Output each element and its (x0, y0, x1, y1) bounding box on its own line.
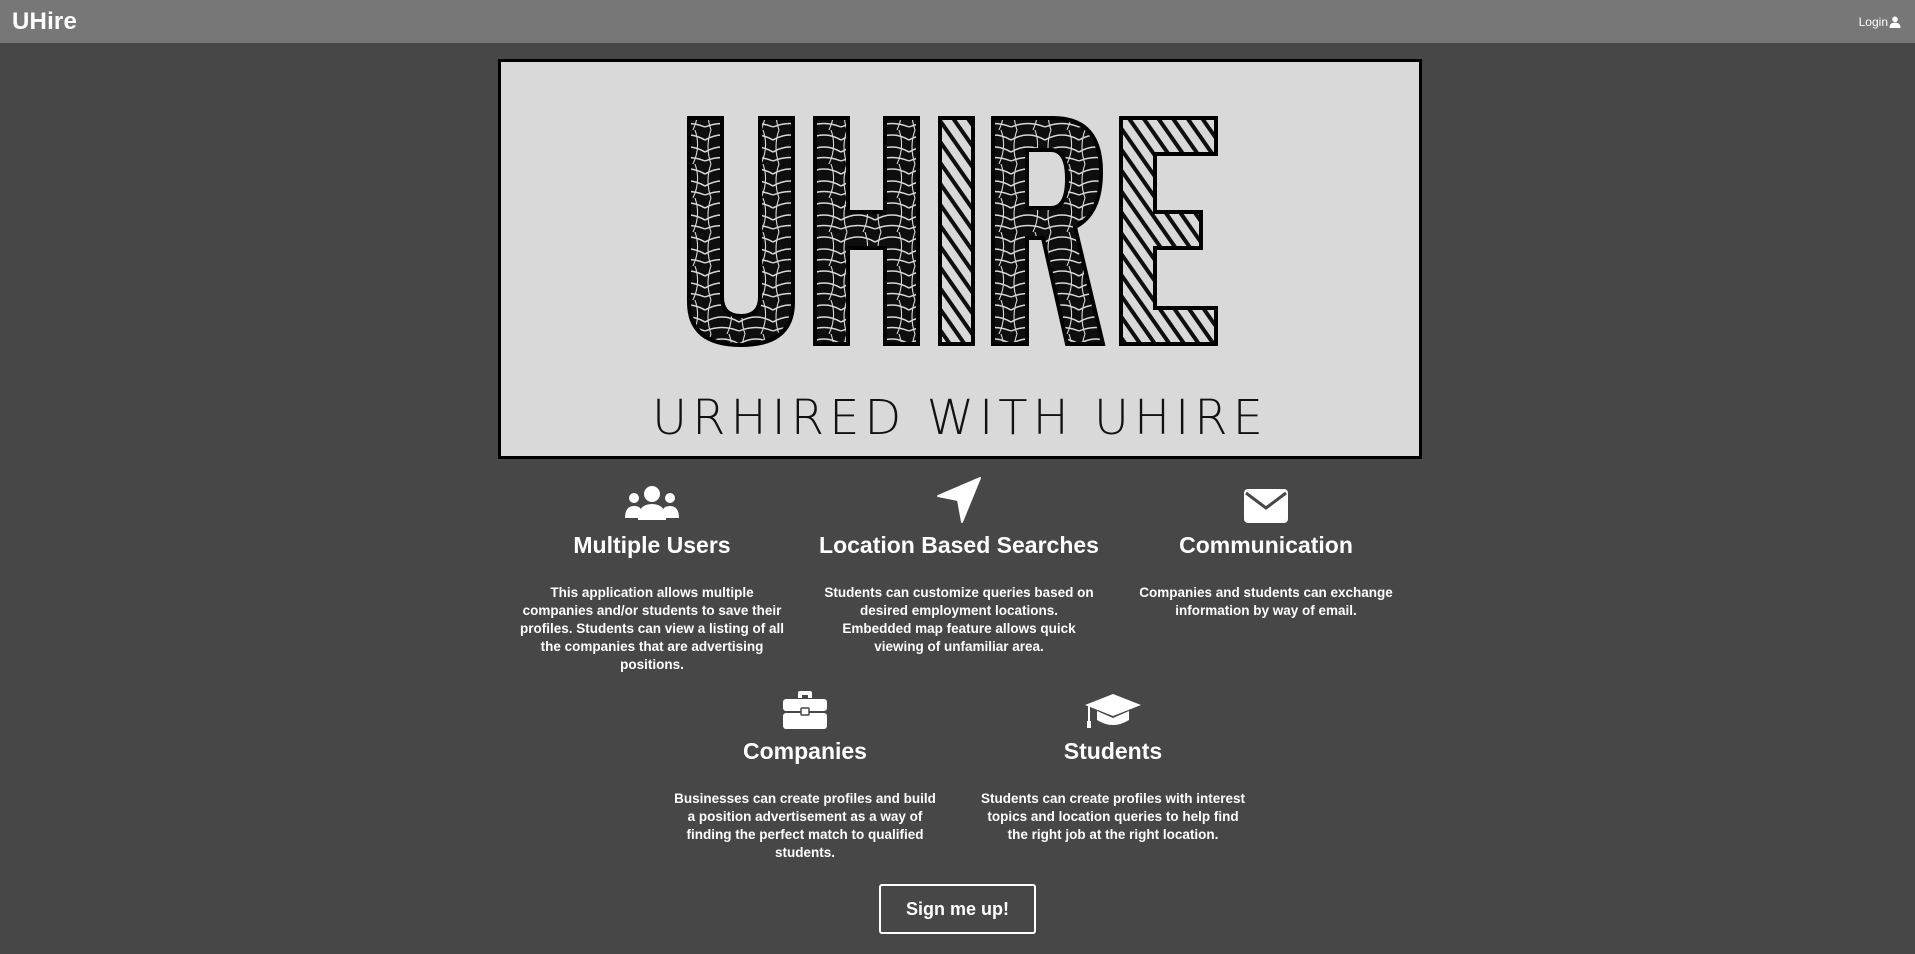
hero-tagline: URHIRED WITH UHIRE (652, 390, 1268, 446)
feature-multiple-users: Multiple Users This application allows m… (507, 476, 797, 672)
feature-companies: Companies Businesses can create profiles… (660, 682, 950, 860)
hero-banner: URHIRED WITH UHIRE (498, 59, 1422, 459)
users-icon (625, 486, 679, 520)
graduation-cap-icon (1085, 694, 1141, 728)
feature-title: Communication (1179, 532, 1353, 558)
feature-description: Students can customize queries based on … (824, 585, 1094, 654)
briefcase-icon (783, 691, 827, 729)
feature-students: Students Students can create profiles wi… (968, 682, 1258, 842)
login-label: Login (1858, 14, 1888, 29)
feature-description: Students can create profiles with intere… (980, 791, 1246, 842)
sign-up-button[interactable]: Sign me up! (879, 884, 1036, 934)
feature-description: This application allows multiple compani… (519, 585, 785, 672)
login-link[interactable]: Login (1859, 15, 1901, 29)
feature-description: Businesses can create profiles and build… (674, 791, 936, 860)
feature-communication: Communication Companies and students can… (1121, 476, 1411, 618)
brand-link[interactable]: UHire (12, 8, 77, 36)
feature-title: Students (1063, 738, 1163, 764)
navbar: UHire Login (0, 0, 1915, 43)
feature-title: Companies (743, 738, 867, 764)
feature-description: Companies and students can exchange info… (1139, 585, 1393, 618)
feature-location-searches: Location Based Searches Students can cus… (814, 476, 1104, 654)
feature-title: Location Based Searches (819, 532, 1099, 558)
feature-title: Multiple Users (573, 532, 731, 558)
user-icon (1889, 16, 1901, 28)
location-arrow-icon (937, 477, 981, 523)
envelope-icon (1244, 489, 1288, 523)
